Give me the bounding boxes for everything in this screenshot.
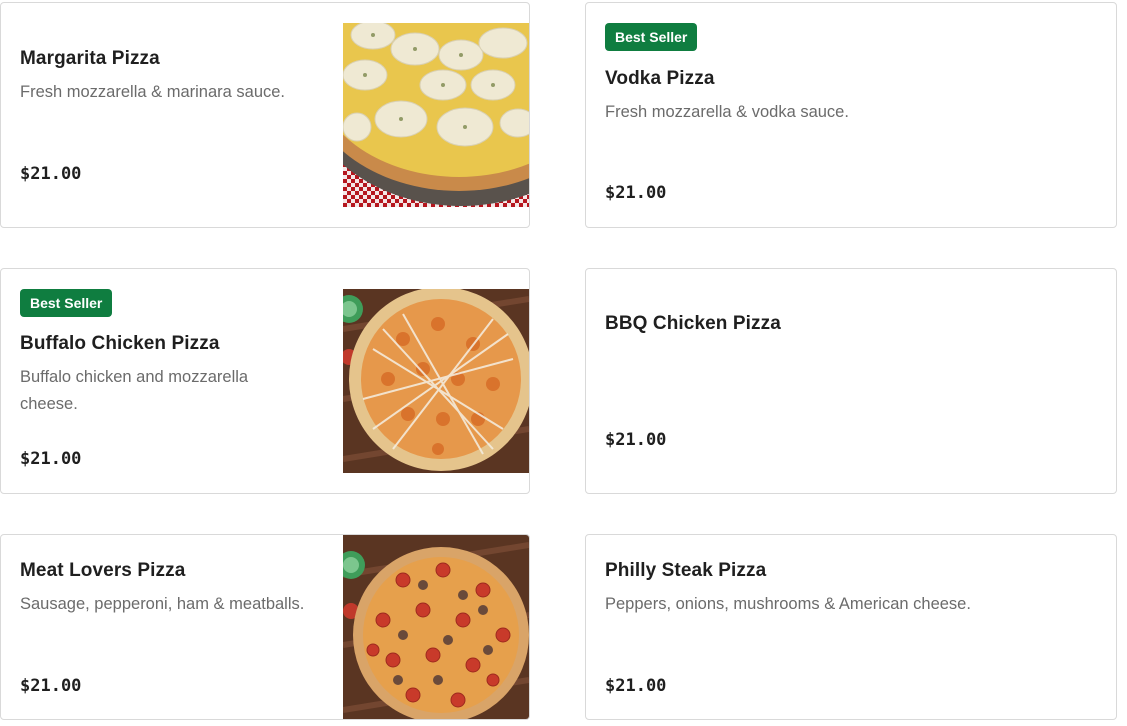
menu-item-price: $21.00 xyxy=(605,676,667,696)
menu-item-title: BBQ Chicken Pizza xyxy=(605,313,781,334)
menu-item-title: Philly Steak Pizza xyxy=(605,560,767,581)
menu-item-description: Sausage, pepperoni, ham & meatballs. xyxy=(20,595,305,613)
best-seller-badge: Best Seller xyxy=(20,289,113,317)
best-seller-badge: Best Seller xyxy=(605,23,698,51)
buffalo-chicken-pizza-image xyxy=(343,289,529,473)
menu-item-title: Meat Lovers Pizza xyxy=(20,560,186,581)
menu-item-bbq-chicken-pizza[interactable]: BBQ Chicken Pizza $21.00 xyxy=(585,268,1117,494)
menu-item-description: Peppers, onions, mushrooms & American ch… xyxy=(605,595,971,613)
margarita-pizza-image xyxy=(343,23,529,207)
menu-item-vodka-pizza[interactable]: Best Seller Vodka Pizza Fresh mozzarella… xyxy=(585,2,1117,228)
menu-item-title: Margarita Pizza xyxy=(20,48,160,69)
menu-item-philly-steak-pizza[interactable]: Philly Steak Pizza Peppers, onions, mush… xyxy=(585,534,1117,720)
menu-item-price: $21.00 xyxy=(20,676,82,696)
menu-item-price: $21.00 xyxy=(605,430,667,450)
menu-item-price: $21.00 xyxy=(20,449,82,469)
menu-item-title: Vodka Pizza xyxy=(605,68,715,89)
menu-item-price: $21.00 xyxy=(605,183,667,203)
menu-item-title: Buffalo Chicken Pizza xyxy=(20,333,220,354)
menu-item-meat-lovers-pizza[interactable]: Meat Lovers Pizza Sausage, pepperoni, ha… xyxy=(0,534,530,720)
menu-item-margarita-pizza[interactable]: Margarita Pizza Fresh mozzarella & marin… xyxy=(0,2,530,228)
menu-item-description: Buffalo chicken and mozzarella cheese. xyxy=(20,368,249,413)
meat-lovers-pizza-image xyxy=(343,535,529,719)
menu-item-buffalo-chicken-pizza[interactable]: Best Seller Buffalo Chicken Pizza Buffal… xyxy=(0,268,530,494)
menu-item-description: Fresh mozzarella & marinara sauce. xyxy=(20,83,286,101)
menu-item-price: $21.00 xyxy=(20,164,82,184)
menu-item-description: Fresh mozzarella & vodka sauce. xyxy=(605,103,849,121)
